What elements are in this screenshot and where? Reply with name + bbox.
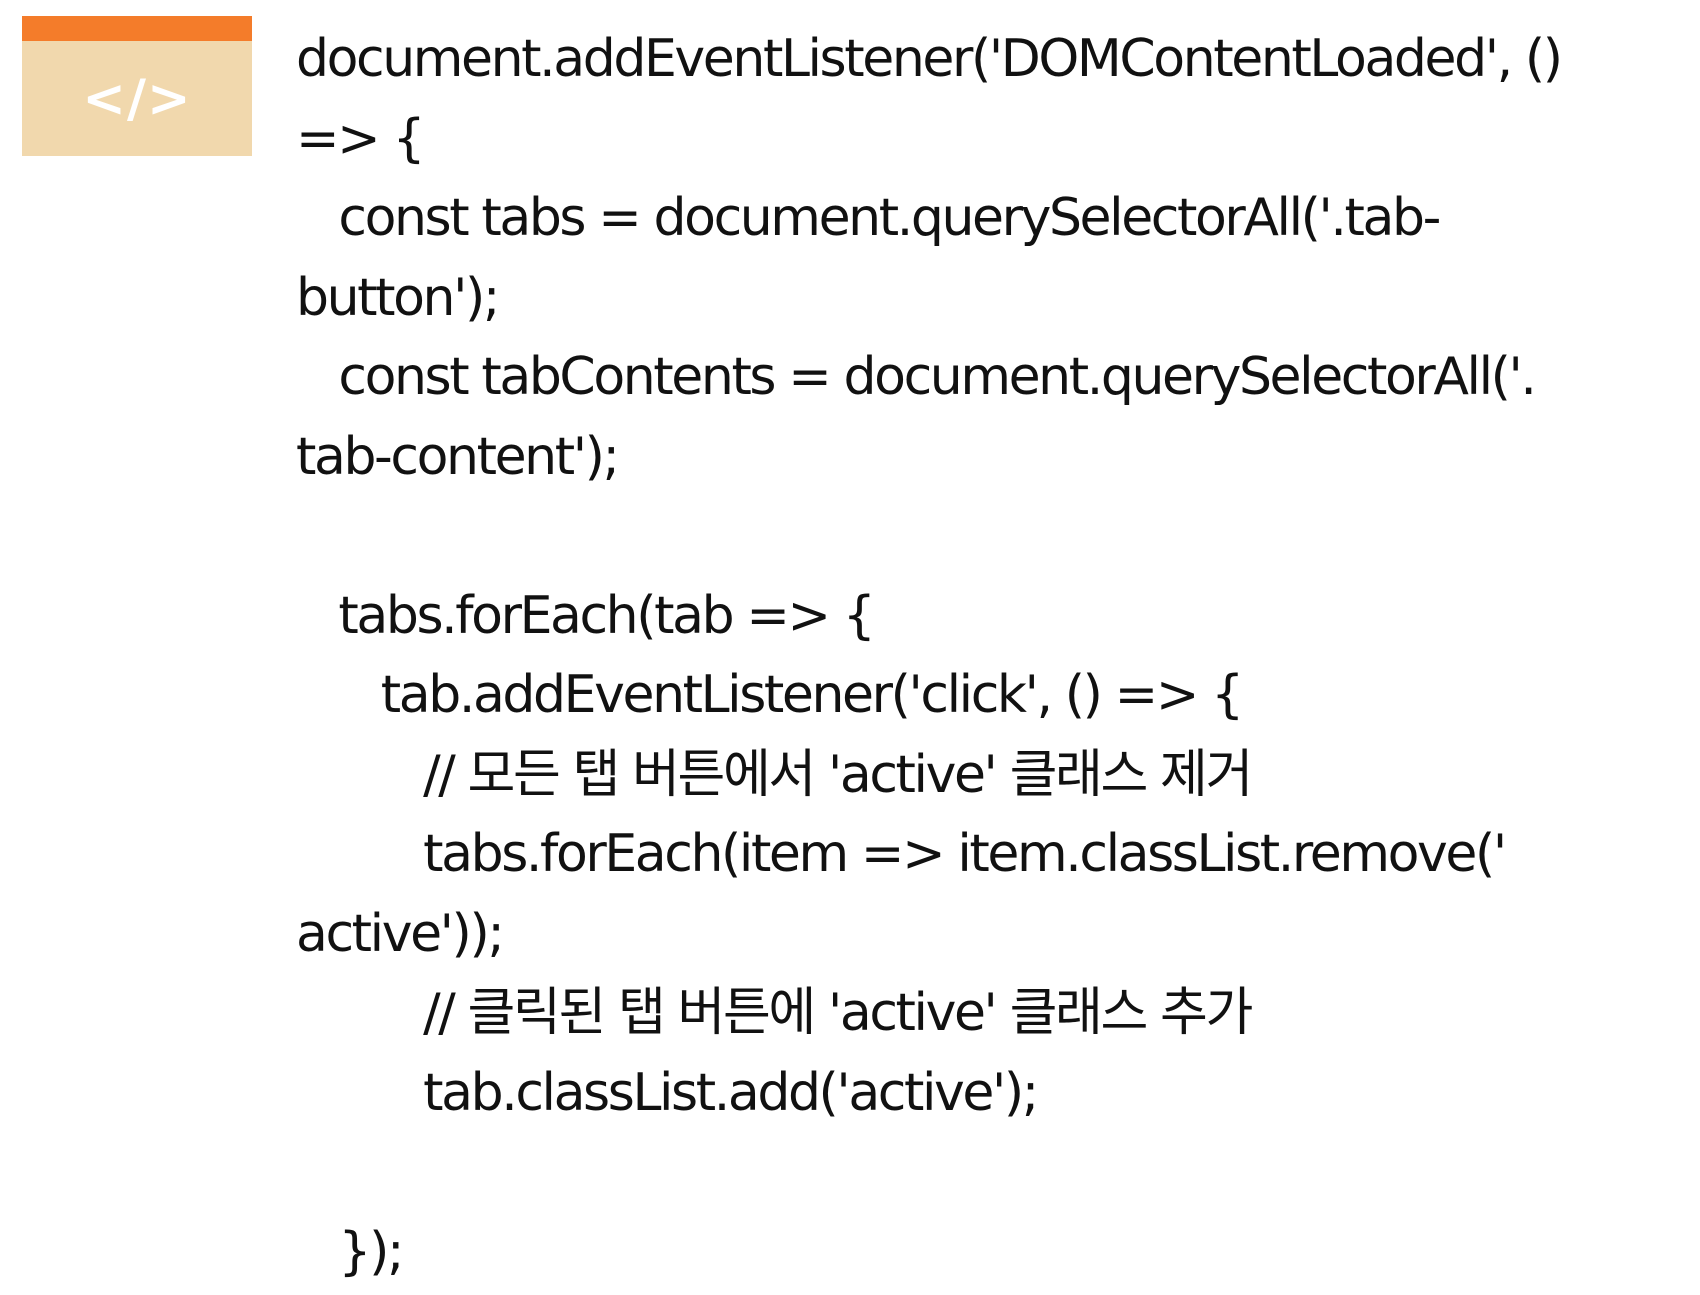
code-line: active')); bbox=[296, 903, 505, 964]
code-block: document.addEventListener('DOMContentLoa… bbox=[296, 20, 1691, 1292]
code-line: tabs.forEach(item => item.classList.remo… bbox=[296, 824, 1507, 884]
code-line: tab-content'); bbox=[296, 426, 620, 487]
code-line: => { bbox=[296, 108, 426, 169]
code-line: document.addEventListener('DOMContentLoa… bbox=[296, 29, 1563, 89]
code-line: }); bbox=[296, 1221, 404, 1282]
code-line: tab.addEventListener('click', () => { bbox=[296, 665, 1244, 725]
code-line: // 클릭된 탭 버튼에 'active' 클래스 추가 bbox=[296, 983, 1253, 1043]
code-file-icon: </> bbox=[22, 16, 252, 156]
code-line: const tabs = document.querySelectorAll('… bbox=[296, 188, 1441, 248]
code-line: tab.classList.add('active'); bbox=[296, 1062, 1039, 1123]
code-glyph-icon: </> bbox=[82, 68, 192, 129]
code-line: button'); bbox=[296, 267, 500, 328]
code-line: tabs.forEach(tab => { bbox=[296, 585, 876, 646]
code-line: // 모든 탭 버튼에서 'active' 클래스 제거 bbox=[296, 744, 1253, 805]
icon-header-bar bbox=[22, 16, 252, 41]
code-line: const tabContents = document.querySelect… bbox=[296, 347, 1537, 407]
